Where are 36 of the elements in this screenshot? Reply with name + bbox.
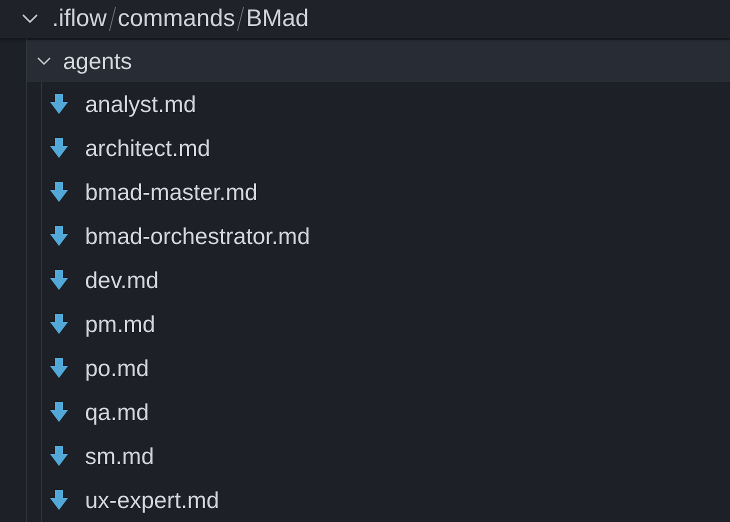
file-row[interactable]: po.md xyxy=(42,346,730,390)
down-arrow-icon xyxy=(49,269,69,291)
file-row[interactable]: ux-expert.md xyxy=(42,478,730,522)
path-segment[interactable]: BMad xyxy=(246,5,309,33)
file-name: sm.md xyxy=(85,442,154,470)
file-name: analyst.md xyxy=(85,90,196,118)
file-name: pm.md xyxy=(85,310,156,338)
down-arrow-icon xyxy=(49,225,69,247)
file-name: ux-expert.md xyxy=(85,486,220,514)
down-arrow-icon xyxy=(49,93,69,115)
file-row[interactable]: sm.md xyxy=(42,434,730,478)
file-row[interactable]: dev.md xyxy=(42,258,730,302)
file-row[interactable]: bmad-master.md xyxy=(42,170,730,214)
file-row[interactable]: architect.md xyxy=(42,126,730,170)
file-row[interactable]: qa.md xyxy=(42,390,730,434)
file-name: po.md xyxy=(85,354,149,382)
file-row[interactable]: pm.md xyxy=(42,302,730,346)
file-row[interactable]: bmad-orchestrator.md xyxy=(42,214,730,258)
down-arrow-icon xyxy=(49,489,69,511)
folder-row[interactable]: agents xyxy=(27,40,730,82)
down-arrow-icon xyxy=(49,445,69,467)
down-arrow-icon xyxy=(49,181,69,203)
folder-name: agents xyxy=(63,48,132,74)
file-name: bmad-orchestrator.md xyxy=(85,222,310,250)
path-segment[interactable]: commands xyxy=(118,5,236,33)
file-row[interactable]: analyst.md xyxy=(42,82,730,126)
file-name: bmad-master.md xyxy=(85,178,258,206)
down-arrow-icon xyxy=(49,313,69,335)
file-name: qa.md xyxy=(85,398,149,426)
down-arrow-icon xyxy=(49,137,69,159)
file-name: architect.md xyxy=(85,134,210,162)
down-arrow-icon xyxy=(49,401,69,423)
folder-header[interactable]: .iflow commands BMad xyxy=(0,0,730,38)
file-name: dev.md xyxy=(85,266,159,294)
path-segment[interactable]: .iflow xyxy=(52,5,107,33)
down-arrow-icon xyxy=(49,357,69,379)
